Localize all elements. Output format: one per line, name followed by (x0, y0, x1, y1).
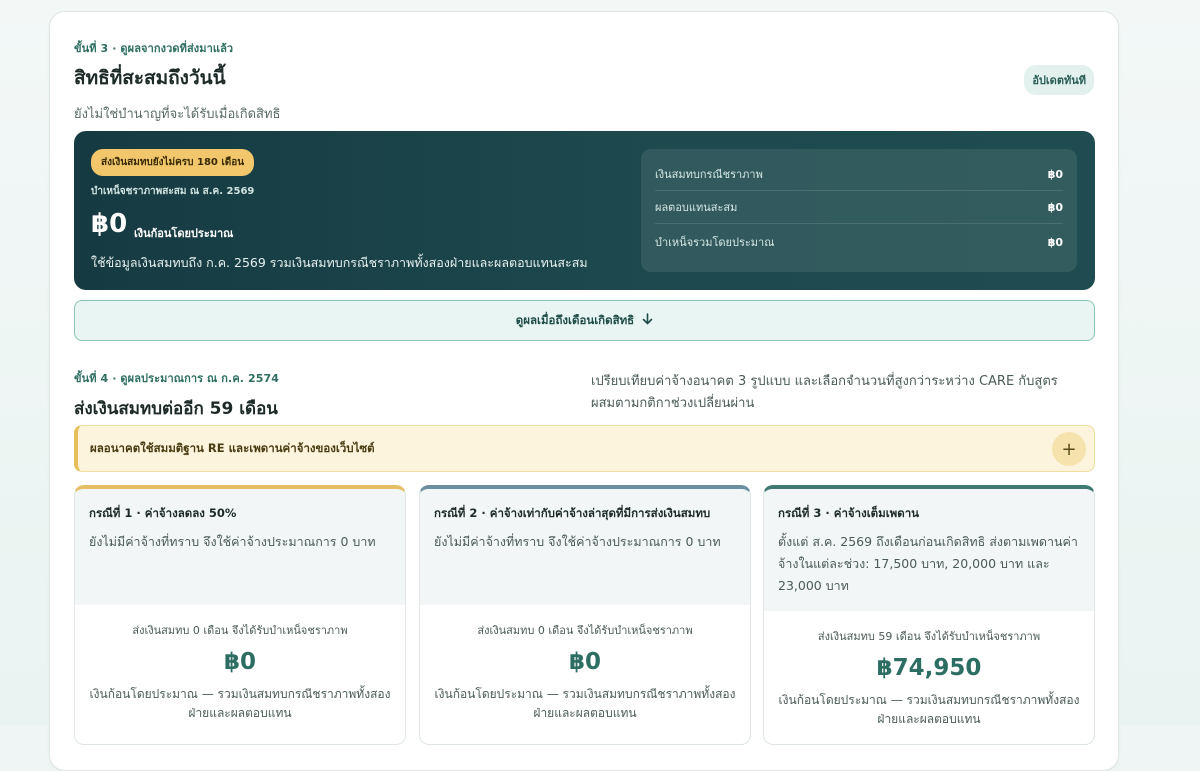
case-description: ยังไม่มีค่าจ้างที่ทราบ จึงใช้ค่าจ้างประม… (434, 534, 721, 549)
case-note: เงินก้อนโดยประมาณ — รวมเงินสมทบกรณีชราภา… (89, 687, 391, 720)
step4-description: เปรียบเทียบค่าจ้างอนาคต 3 รูปแบบ และเลือ… (591, 374, 1058, 411)
arrow-down-icon (642, 312, 653, 329)
case-title: กรณีที่ 1 · ค่าจ้างลดลง 50% (89, 506, 237, 520)
case-title: กรณีที่ 2 · ค่าจ้างเท่ากับค่าจ้างล่าสุดท… (434, 506, 711, 520)
case-result: ส่งเงินสมทบ 0 เดือน จึงได้รับบำเหน็จชราภ… (420, 605, 750, 723)
summary-amount-note: เงินก้อนโดยประมาณ (134, 227, 234, 240)
notice-text: ผลอนาคตใช้สมมติฐาน RE และเพดานค่าจ้างของ… (90, 440, 375, 455)
breakdown-value: ฿0 (1047, 200, 1063, 214)
case-note: เงินก้อนโดยประมาณ — รวมเงินสมทบกรณีชราภา… (778, 693, 1080, 726)
step4-title: ส่งเงินสมทบต่ออีก 59 เดือน (74, 399, 278, 419)
breakdown-row: ผลตอบแทนสะสม ฿0 (655, 191, 1063, 224)
step4-header: ขั้นที่ 4 · ดูผลประมาณการ ณ ก.ค. 2574 ส่… (74, 369, 279, 422)
breakdown-label: ผลตอบแทนสะสม (655, 201, 738, 214)
case-months: ส่งเงินสมทบ 0 เดือน จึงได้รับบำเหน็จชราภ… (477, 624, 693, 637)
case-description: ตั้งแต่ ส.ค. 2569 ถึงเดือนก่อนเกิดสิทธิ … (778, 534, 1078, 593)
step3-label: ขั้นที่ 3 · ดูผลจากงวดที่ส่งมาแล้ว (74, 42, 234, 55)
results-card: ขั้นที่ 3 · ดูผลจากงวดที่ส่งมาแล้ว สิทธิ… (49, 11, 1119, 771)
case-header: กรณีที่ 2 · ค่าจ้างเท่ากับค่าจ้างล่าสุดท… (420, 489, 750, 605)
breakdown-label: บำเหน็จรวมโดยประมาณ (655, 236, 775, 249)
case-note: เงินก้อนโดยประมาณ — รวมเงินสมทบกรณีชราภา… (434, 687, 736, 720)
summary-caption: บำเหน็จชราภาพสะสม ณ ส.ค. 2569 (91, 186, 255, 197)
summary-breakdown: เงินสมทบกรณีชราภาพ ฿0 ผลตอบแทนสะสม ฿0 บำ… (641, 149, 1077, 272)
view-entitlement-label: ดูผลเมื่อถึงเดือนเกิดสิทธิ (515, 312, 635, 327)
case-description: ยังไม่มีค่าจ้างที่ทราบ จึงใช้ค่าจ้างประม… (89, 534, 376, 549)
expand-plus-icon[interactable]: + (1052, 432, 1086, 466)
case-card-3: กรณีที่ 3 · ค่าจ้างเต็มเพดาน ตั้งแต่ ส.ค… (763, 485, 1095, 745)
step4-label: ขั้นที่ 4 · ดูผลประมาณการ ณ ก.ค. 2574 (74, 372, 280, 385)
summary-description: ใช้ข้อมูลเงินสมทบถึง ก.ค. 2569 รวมเงินสม… (91, 255, 588, 270)
step3-subtitle: ยังไม่ใช่บำนาญที่จะได้รับเมื่อเกิดสิทธิ (74, 107, 281, 122)
case-amount: ฿0 (223, 649, 256, 675)
breakdown-label: เงินสมทบกรณีชราภาพ (655, 168, 763, 181)
case-result: ส่งเงินสมทบ 59 เดือน จึงได้รับบำเหน็จชรา… (764, 611, 1094, 729)
assumption-notice[interactable]: ผลอนาคตใช้สมมติฐาน RE และเพดานค่าจ้างของ… (74, 425, 1095, 472)
view-entitlement-button[interactable]: ดูผลเมื่อถึงเดือนเกิดสิทธิ (74, 300, 1095, 341)
case-months: ส่งเงินสมทบ 0 เดือน จึงได้รับบำเหน็จชราภ… (132, 624, 348, 637)
breakdown-row: เงินสมทบกรณีชราภาพ ฿0 (655, 158, 1063, 191)
breakdown-row: บำเหน็จรวมโดยประมาณ ฿0 (655, 224, 1063, 260)
breakdown-value: ฿0 (1047, 167, 1063, 181)
case-title: กรณีที่ 3 · ค่าจ้างเต็มเพดาน (778, 506, 920, 520)
breakdown-value: ฿0 (1047, 235, 1063, 249)
step3-title: สิทธิที่สะสมถึงวันนี้ (74, 67, 226, 89)
contribution-warning-pill: ส่งเงินสมทบยังไม่ครบ 180 เดือน (91, 149, 255, 176)
case-card-1: กรณีที่ 1 · ค่าจ้างลดลง 50% ยังไม่มีค่าจ… (74, 485, 406, 745)
case-card-2: กรณีที่ 2 · ค่าจ้างเท่ากับค่าจ้างล่าสุดท… (419, 485, 751, 745)
case-amount: ฿74,950 (876, 655, 982, 681)
case-header: กรณีที่ 1 · ค่าจ้างลดลง 50% ยังไม่มีค่าจ… (75, 489, 405, 605)
summary-amount: ฿0 (91, 209, 128, 239)
accumulated-summary-panel: ส่งเงินสมทบยังไม่ครบ 180 เดือน บำเหน็จชร… (74, 131, 1095, 290)
case-header: กรณีที่ 3 · ค่าจ้างเต็มเพดาน ตั้งแต่ ส.ค… (764, 489, 1094, 611)
case-amount: ฿0 (568, 649, 601, 675)
case-result: ส่งเงินสมทบ 0 เดือน จึงได้รับบำเหน็จชราภ… (75, 605, 405, 723)
step3-header: ขั้นที่ 3 · ดูผลจากงวดที่ส่งมาแล้ว สิทธิ… (74, 39, 1094, 124)
case-months: ส่งเงินสมทบ 59 เดือน จึงได้รับบำเหน็จชรา… (817, 630, 1041, 643)
update-badge: อัปเดตทันที (1024, 65, 1094, 95)
